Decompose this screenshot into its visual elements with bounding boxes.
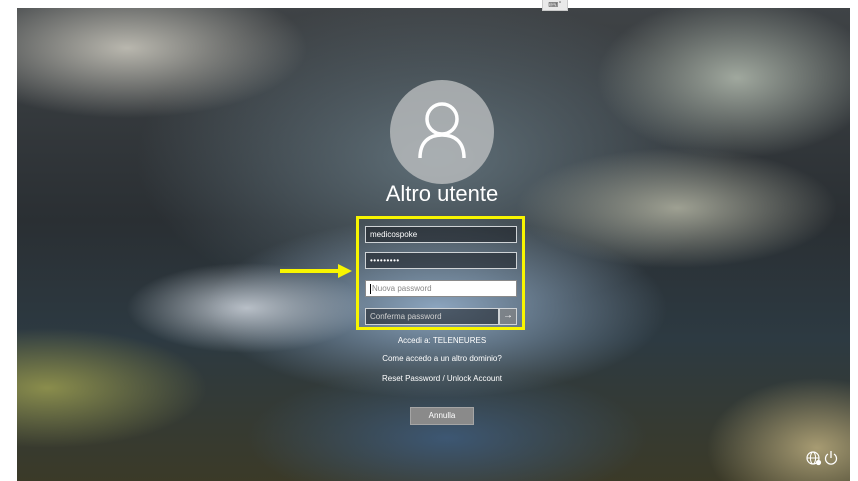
yellow-arrow-annotation <box>280 264 352 278</box>
person-icon <box>418 102 466 159</box>
text-caret <box>370 283 371 294</box>
new-password-field[interactable]: Nuova password <box>365 280 517 297</box>
keyboard-layout-chevron-icon[interactable]: ⌨˅ <box>542 0 568 11</box>
top-white-strip <box>305 0 517 8</box>
power-icon[interactable] <box>824 450 838 466</box>
signin-domain-text: Accedi a: TELENEURES <box>397 336 487 345</box>
old-password-field[interactable]: ••••••••• <box>365 252 517 269</box>
user-display-name: Altro utente <box>385 181 499 206</box>
other-domain-link[interactable]: Come accedo a un altro dominio? <box>300 354 584 363</box>
new-password-placeholder: Nuova password <box>372 284 432 293</box>
network-icon[interactable] <box>806 450 822 466</box>
arrow-right-icon: → <box>503 310 513 321</box>
reset-password-link[interactable]: Reset Password / Unlock Account <box>300 374 584 383</box>
username-field[interactable]: medicospoke <box>365 226 517 243</box>
cancel-button[interactable]: Annulla <box>410 407 474 425</box>
confirm-password-field[interactable]: Conferma password <box>365 308 499 325</box>
user-avatar <box>390 80 494 184</box>
submit-arrow-button[interactable]: → <box>499 308 517 325</box>
